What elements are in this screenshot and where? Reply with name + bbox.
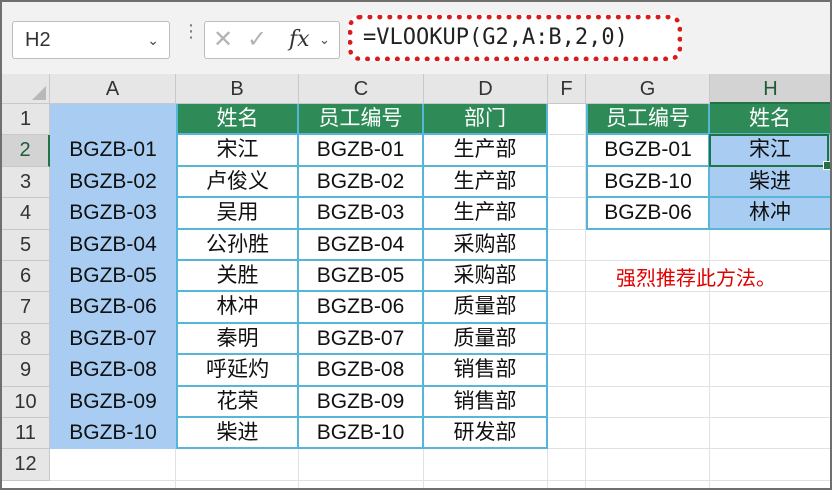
cell-b4[interactable]: 吴用 — [176, 198, 299, 230]
cell-a5[interactable]: BGZB-04 — [50, 229, 176, 261]
column-header-b[interactable]: B — [176, 74, 299, 104]
header-cell-d1[interactable]: 部门 — [424, 104, 548, 136]
row-header-2[interactable]: 2 — [2, 135, 50, 167]
cell-c2[interactable]: BGZB-01 — [299, 135, 424, 167]
cell-c8[interactable]: BGZB-07 — [299, 323, 424, 356]
row-header-6[interactable]: 6 — [2, 261, 50, 293]
cell-g4[interactable]: BGZB-06 — [586, 198, 710, 230]
cell-b3[interactable]: 卢俊义 — [176, 166, 299, 199]
cell-d5[interactable]: 采购部 — [424, 229, 548, 261]
column-header-g[interactable]: G — [586, 74, 710, 104]
row-header-10[interactable]: 10 — [2, 386, 50, 418]
column-header-d[interactable]: D — [424, 74, 548, 104]
cell-c9[interactable]: BGZB-08 — [299, 355, 424, 387]
cell-d11[interactable]: 研发部 — [424, 418, 548, 450]
cell-h3[interactable]: 柴进 — [710, 166, 830, 199]
cell-a1[interactable] — [50, 104, 176, 136]
cell-a3[interactable]: BGZB-02 — [50, 166, 176, 199]
cell-b6[interactable]: 关胜 — [176, 261, 299, 293]
cell-a7[interactable]: BGZB-06 — [50, 292, 176, 324]
name-box[interactable]: H2 ⌄ — [12, 21, 170, 59]
cell-c3[interactable]: BGZB-02 — [299, 166, 424, 199]
cell-a2[interactable]: BGZB-01 — [50, 135, 176, 167]
cell-c7[interactable]: BGZB-06 — [299, 292, 424, 324]
column-header-f[interactable]: F — [548, 74, 586, 104]
note-text: 强烈推荐此方法。 — [616, 266, 776, 290]
close-icon[interactable]: ✕ — [213, 22, 233, 58]
cell-d6[interactable]: 采购部 — [424, 261, 548, 293]
cell-b7[interactable]: 林冲 — [176, 292, 299, 324]
row-header-3[interactable]: 3 — [2, 166, 50, 199]
spreadsheet-window: H2 ⌄ ⋮ ✕ ✓ fx ⌄ =VLOOKUP(G2,A:B,2,0) ABC… — [0, 0, 832, 490]
cell-d10[interactable]: 销售部 — [424, 386, 548, 418]
cell-a10[interactable]: BGZB-09 — [50, 386, 176, 418]
header-cell-h1[interactable]: 姓名 — [710, 104, 830, 136]
chevron-down-icon[interactable]: ⌄ — [147, 22, 159, 58]
function-chevron-icon[interactable]: ⌄ — [319, 22, 330, 58]
cell-c11[interactable]: BGZB-10 — [299, 418, 424, 450]
row-header-7[interactable]: 7 — [2, 292, 50, 324]
cell-b5[interactable]: 公孙胜 — [176, 229, 299, 261]
row-header-5[interactable]: 5 — [2, 229, 50, 261]
cell-d4[interactable]: 生产部 — [424, 198, 548, 230]
cell-b8[interactable]: 秦明 — [176, 323, 299, 356]
header-cell-g1[interactable]: 员工编号 — [586, 104, 710, 136]
more-options-icon[interactable]: ⋮ — [182, 22, 200, 40]
cell-a8[interactable]: BGZB-07 — [50, 323, 176, 356]
cell-b9[interactable]: 呼延灼 — [176, 355, 299, 387]
cell-c10[interactable]: BGZB-09 — [299, 386, 424, 418]
row-header-4[interactable]: 4 — [2, 198, 50, 230]
header-cell-c1[interactable]: 员工编号 — [299, 104, 424, 136]
worksheet-grid[interactable]: ABCDFGH 1 2 3 4 5 6 7 8 9 10 11 12 BGZB-01 BGZB-02 BG… — [2, 74, 830, 488]
cell-a6[interactable]: BGZB-05 — [50, 261, 176, 293]
check-icon[interactable]: ✓ — [247, 22, 267, 58]
header-cell-b1[interactable]: 姓名 — [176, 104, 299, 136]
cell-d3[interactable]: 生产部 — [424, 166, 548, 199]
cell-a11[interactable]: BGZB-10 — [50, 418, 176, 450]
column-header-c[interactable]: C — [299, 74, 424, 104]
cell-b10[interactable]: 花荣 — [176, 386, 299, 418]
formula-controls: ✕ ✓ fx ⌄ — [204, 21, 340, 59]
formula-input[interactable]: =VLOOKUP(G2,A:B,2,0) — [348, 15, 682, 61]
gridline — [50, 479, 830, 481]
formula-bar: H2 ⌄ ⋮ ✕ ✓ fx ⌄ =VLOOKUP(G2,A:B,2,0) — [2, 2, 830, 75]
cell-c6[interactable]: BGZB-05 — [299, 261, 424, 293]
row-header-12[interactable]: 12 — [2, 449, 50, 481]
cell-g2[interactable]: BGZB-01 — [586, 135, 710, 167]
cell-d8[interactable]: 质量部 — [424, 323, 548, 356]
cell-b2[interactable]: 宋江 — [176, 135, 299, 167]
column-header-h[interactable]: H — [710, 74, 830, 104]
row-header-8[interactable]: 8 — [2, 323, 50, 356]
cell-c4[interactable]: BGZB-03 — [299, 198, 424, 230]
cell-c5[interactable]: BGZB-04 — [299, 229, 424, 261]
cell-h2[interactable]: 宋江 — [710, 135, 830, 167]
row-header-1[interactable]: 1 — [2, 104, 50, 136]
cell-d2[interactable]: 生产部 — [424, 135, 548, 167]
cell-a4[interactable]: BGZB-03 — [50, 198, 176, 230]
name-box-value: H2 — [25, 29, 51, 51]
cell-d7[interactable]: 质量部 — [424, 292, 548, 324]
cell-a9[interactable]: BGZB-08 — [50, 355, 176, 387]
column-header-a[interactable]: A — [50, 74, 176, 104]
select-all-button[interactable] — [2, 74, 50, 104]
function-icon[interactable]: fx — [289, 22, 310, 58]
cell-g3[interactable]: BGZB-10 — [586, 166, 710, 199]
row-header-11[interactable]: 11 — [2, 418, 50, 450]
row-header-9[interactable]: 9 — [2, 355, 50, 387]
cell-h4[interactable]: 林冲 — [710, 198, 830, 230]
cell-d9[interactable]: 销售部 — [424, 355, 548, 387]
cell-b11[interactable]: 柴进 — [176, 418, 299, 450]
